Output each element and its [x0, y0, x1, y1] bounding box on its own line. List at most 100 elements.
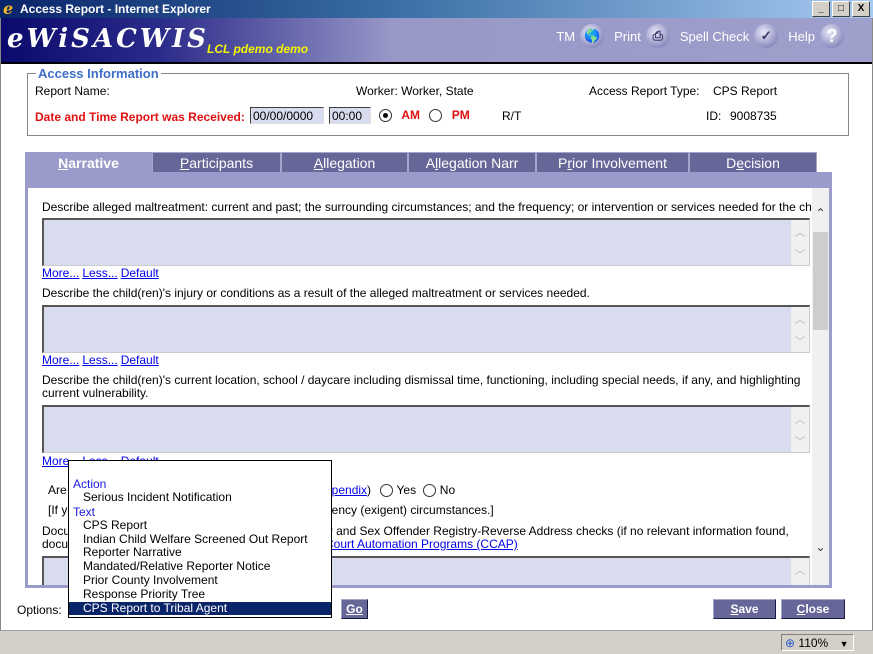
dropdown-option[interactable]: Response Priority Tree	[69, 587, 331, 602]
yes-radio[interactable]	[380, 484, 394, 498]
report-name-label: Report Name:	[35, 84, 110, 98]
scroll-up-icon[interactable]: ︿	[791, 562, 809, 577]
no-radio[interactable]	[423, 484, 437, 498]
print-button[interactable]: Print ⎙	[614, 24, 670, 48]
rt-label: R/T	[502, 109, 522, 123]
injury-textarea[interactable]: ︿ ﹀	[42, 305, 810, 353]
report-type-label: Access Report Type:	[589, 84, 700, 98]
spell-check-label: Spell Check	[679, 28, 750, 44]
dropdown-option[interactable]: Prior County Involvement	[69, 573, 331, 588]
pm-radio[interactable]	[429, 109, 443, 123]
window-title-bar[interactable]: e Access Report - Internet Explorer _ □ …	[0, 0, 873, 18]
close-button[interactable]: Close	[781, 599, 845, 619]
scroll-down-icon[interactable]: ⌄	[812, 540, 829, 554]
ccap-link[interactable]: Court Automation Programs (CCAP)	[325, 537, 518, 551]
tm-button[interactable]: TM 🌎	[556, 24, 605, 48]
maltreatment-textarea[interactable]: ︿ ﹀	[42, 218, 810, 266]
date-received-input[interactable]	[250, 107, 324, 124]
location-prompt-line1: Describe the child(ren)'s current locati…	[42, 373, 801, 387]
scroll-up-icon[interactable]: ︿	[791, 411, 809, 426]
documentation-prompt-tail: P and Sex Offender Registry-Reverse Addr…	[325, 524, 789, 538]
scroll-down-icon[interactable]: ﹀	[791, 333, 809, 348]
time-received-input[interactable]	[329, 107, 371, 124]
tab-allegation[interactable]: Allegation	[281, 152, 408, 172]
globe-icon: 🌎	[580, 24, 605, 48]
report-type-value: CPS Report	[713, 84, 778, 98]
scroll-down-icon[interactable]: ﹀	[791, 433, 809, 448]
default-link[interactable]: Default	[121, 266, 159, 280]
date-time-label: Date and Time Report was Received:	[35, 110, 245, 124]
dropdown-option[interactable]: Reporter Narrative	[69, 546, 331, 560]
tab-label: Narrative	[58, 155, 119, 171]
options-dropdown-list[interactable]: Action Serious Incident Notification Tex…	[68, 460, 332, 618]
more-link[interactable]: More...	[42, 353, 79, 367]
minimize-button[interactable]: _	[812, 1, 830, 17]
save-button[interactable]: Save	[713, 599, 776, 619]
tab-prior-involvement[interactable]: Prior Involvement	[536, 152, 689, 172]
close-window-button[interactable]: X	[852, 1, 870, 17]
more-link[interactable]: More...	[42, 266, 79, 280]
textarea-links: More...Less... Default	[42, 266, 162, 280]
tab-decision[interactable]: Decision	[689, 152, 817, 172]
dropdown-group-text: Text	[73, 504, 96, 519]
go-label: Go	[346, 602, 363, 616]
dropdown-option-selected[interactable]: CPS Report to Tribal Agent	[69, 601, 331, 616]
header-toolbar: TM 🌎 Print ⎙ Spell Check ✓ Help ?	[556, 24, 844, 48]
magnifier-icon: ⊕	[785, 636, 796, 650]
tab-label: Prior Involvement	[558, 155, 667, 171]
app-logo: eWiSACWIS	[7, 24, 209, 54]
scroll-up-icon[interactable]: ︿	[791, 224, 809, 239]
spell-check-button[interactable]: Spell Check ✓	[679, 24, 779, 48]
save-label: Save	[730, 602, 759, 616]
zoom-control[interactable]: ⊕ 110% ▼	[781, 634, 854, 651]
textarea-scrollbar[interactable]: ︿	[791, 558, 809, 585]
tab-label: Allegation Narr	[425, 155, 519, 171]
location-prompt-line2: current vulnerability.	[42, 386, 149, 400]
less-link[interactable]: Less...	[82, 353, 117, 367]
maximize-button[interactable]: □	[832, 1, 850, 17]
print-label: Print	[614, 28, 641, 44]
documentation-prompt-prefix1: Docu	[42, 524, 71, 538]
help-button[interactable]: Help ?	[788, 24, 844, 48]
options-label: Options:	[17, 603, 62, 617]
tab-participants[interactable]: Participants	[152, 152, 281, 172]
textarea-scrollbar[interactable]: ︿ ﹀	[791, 220, 809, 265]
scroll-up-icon[interactable]: ⌃	[812, 206, 829, 220]
tab-label: Participants	[179, 155, 254, 171]
scrollbar-thumb[interactable]	[813, 232, 828, 330]
tab-allegation-narr[interactable]: Allegation Narr	[408, 152, 536, 172]
scroll-up-icon[interactable]: ︿	[791, 311, 809, 326]
less-link[interactable]: Less...	[82, 266, 117, 280]
id-value: 9008735	[730, 109, 777, 123]
app-banner: eWiSACWIS LCL pdemo demo TM 🌎 Print ⎙ Sp…	[1, 18, 872, 64]
textarea-scrollbar[interactable]: ︿ ﹀	[791, 307, 809, 352]
internet-explorer-icon: e	[3, 0, 14, 18]
dropdown-option[interactable]: Serious Incident Notification	[69, 490, 331, 505]
location-textarea[interactable]: ︿ ﹀	[42, 405, 810, 453]
documentation-prompt-prefix2: docu	[42, 537, 69, 551]
tab-label: Allegation	[313, 155, 376, 171]
go-button[interactable]: Go	[341, 599, 368, 619]
dropdown-option[interactable]: CPS Report	[69, 518, 331, 533]
panel-scrollbar[interactable]: ⌃ ⌄	[812, 188, 829, 585]
exigent-note-tail: gency (exigent) circumstances.]	[325, 503, 494, 517]
am-radio[interactable]	[379, 109, 392, 123]
tab-strip	[25, 172, 832, 186]
textarea-scrollbar[interactable]: ︿ ﹀	[791, 407, 809, 452]
environment-label: LCL pdemo demo	[207, 42, 309, 56]
injury-prompt: Describe the child(ren)'s injury or cond…	[42, 286, 590, 300]
dropdown-option[interactable]: Mandated/Relative Reporter Notice	[69, 559, 331, 574]
scroll-down-icon[interactable]: ﹀	[791, 246, 809, 261]
tm-label: TM	[556, 28, 576, 44]
zoom-level: 110%	[798, 636, 829, 650]
tab-bar: Narrative Participants Allegation Allega…	[25, 152, 817, 172]
printer-icon: ⎙	[645, 24, 670, 48]
emergency-question-tail: ppendix) Yes No	[325, 483, 455, 498]
paren-close: )	[367, 483, 372, 497]
default-link[interactable]: Default	[121, 353, 159, 367]
spell-check-icon: ✓	[754, 24, 779, 48]
dropdown-option[interactable]: Indian Child Welfare Screened Out Report	[69, 532, 331, 547]
access-information-legend: Access Information	[38, 66, 159, 81]
status-bar: ⊕ 110% ▼	[0, 630, 873, 654]
tab-narrative[interactable]: Narrative	[25, 152, 152, 172]
